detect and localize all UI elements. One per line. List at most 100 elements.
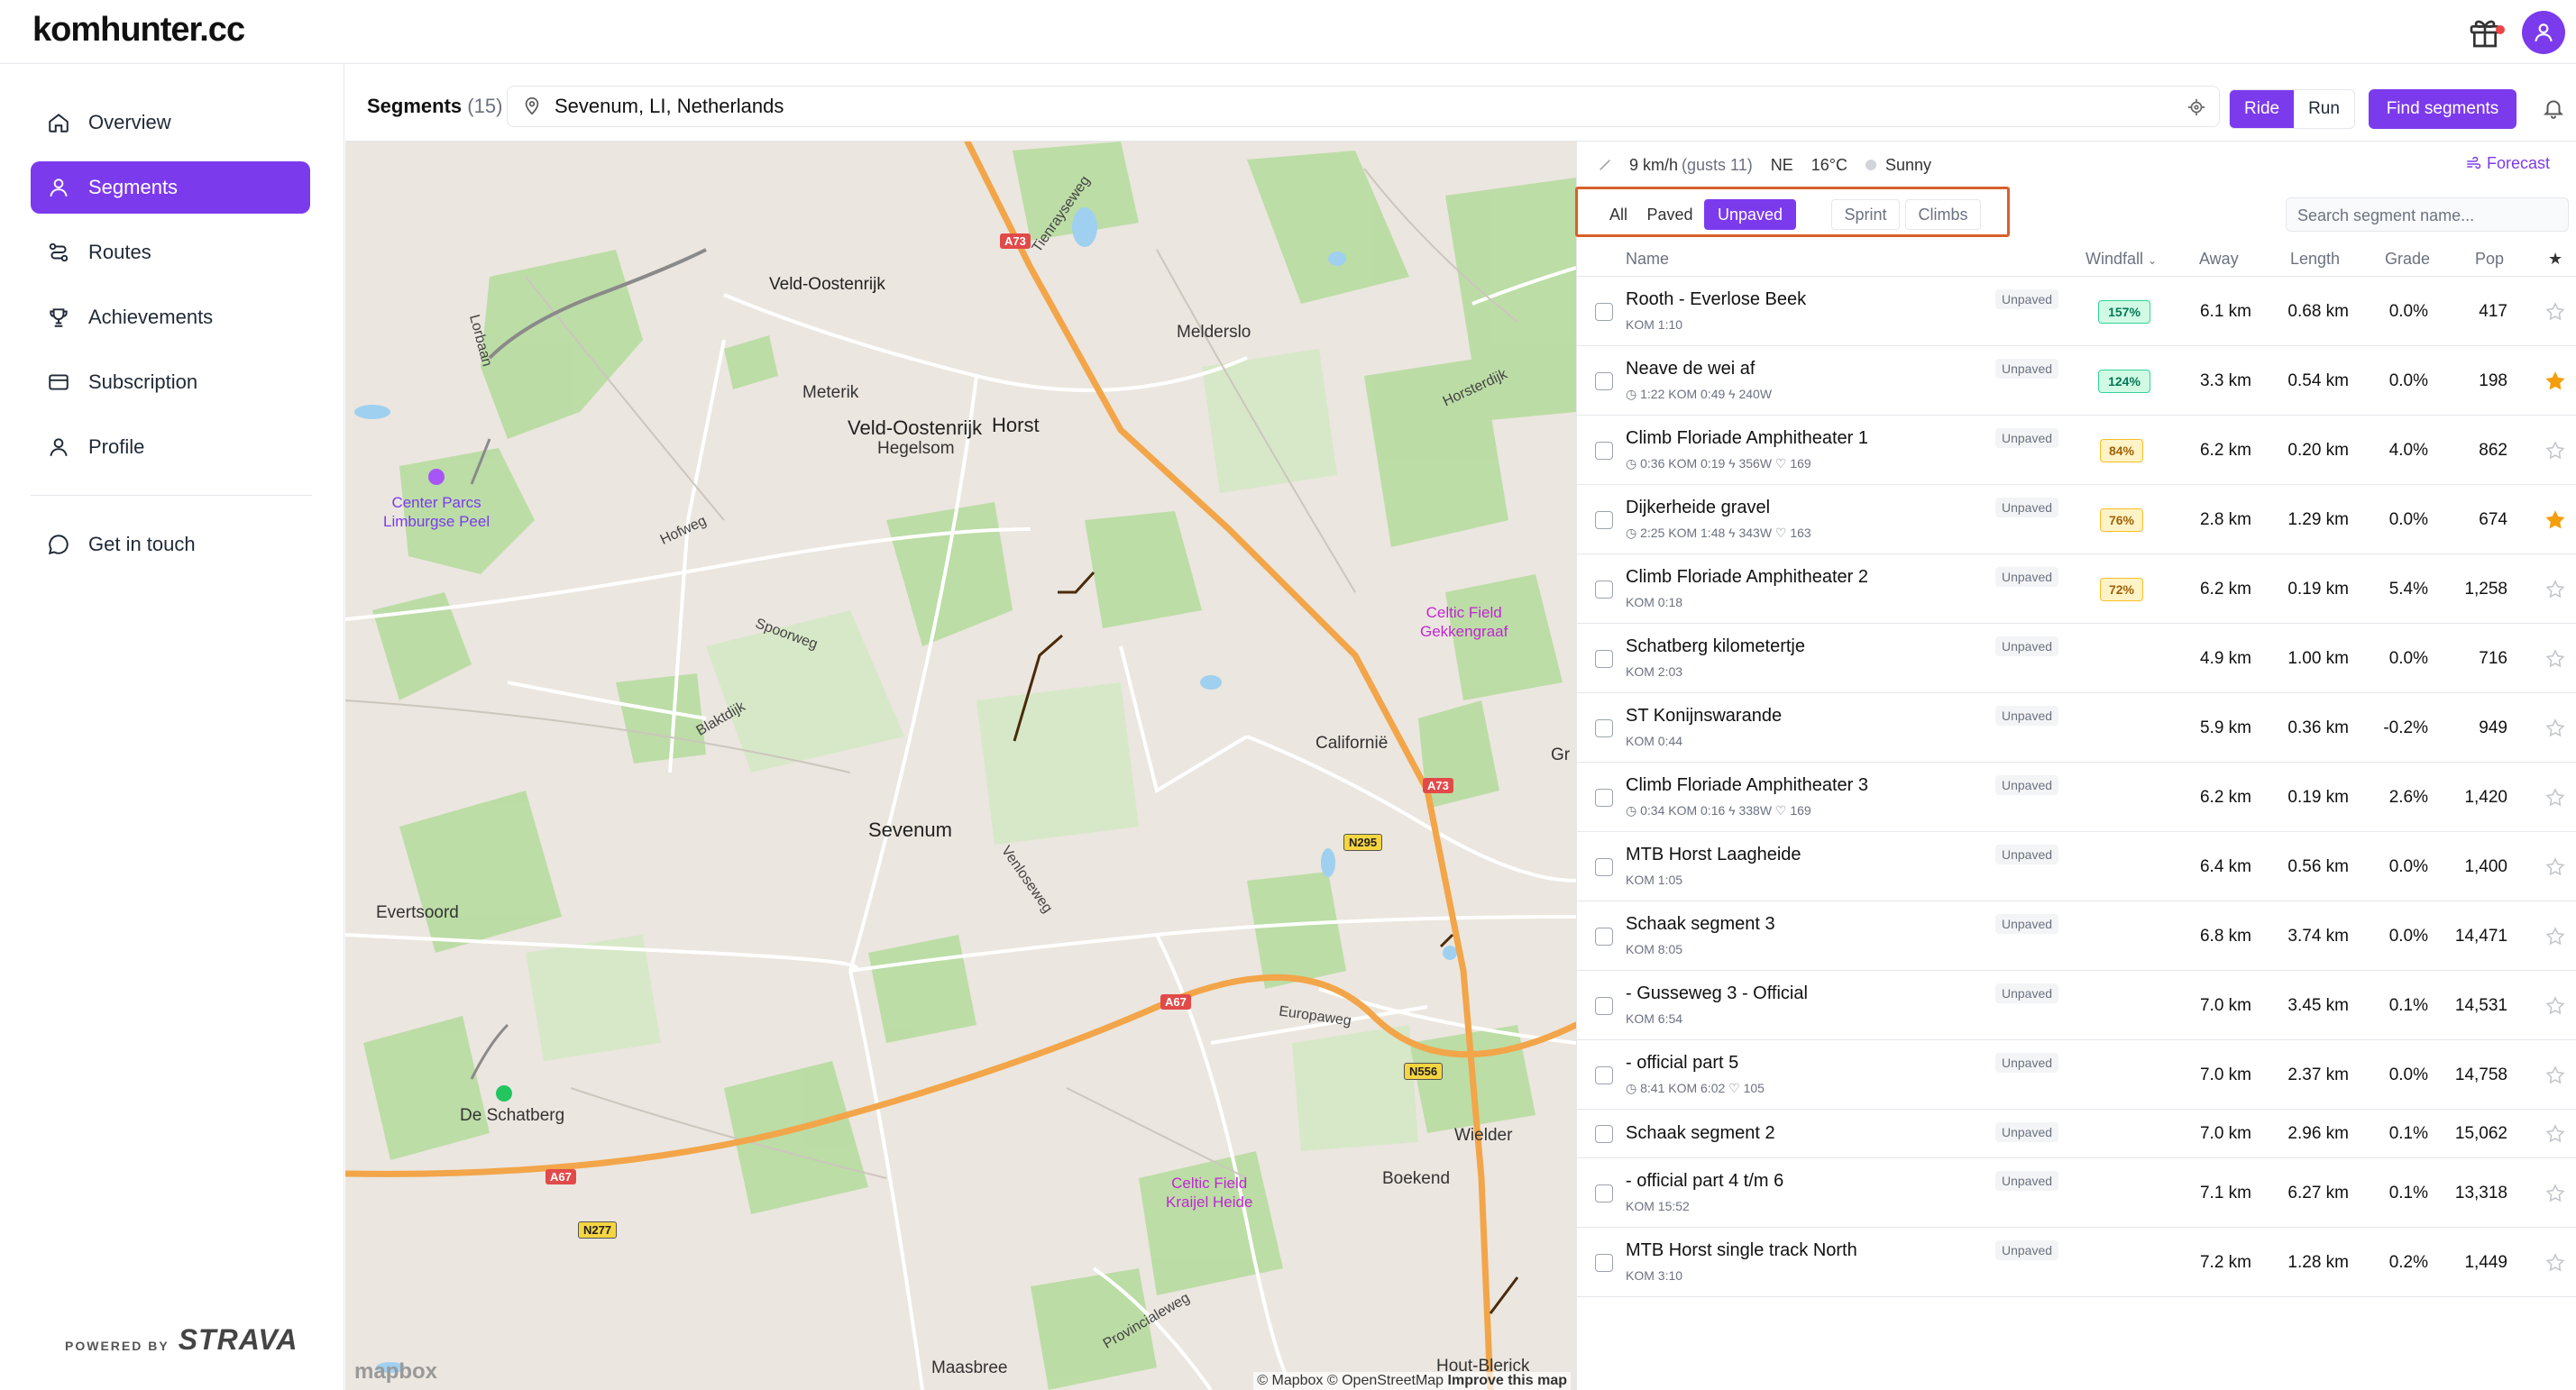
segment-name[interactable]: Climb Floriade Amphitheater 3: [1626, 775, 1868, 796]
table-row[interactable]: MTB Horst Laagheide KOM 1:05 Unpaved 6.4 km…: [1577, 832, 2576, 901]
segment-name[interactable]: - official part 5: [1626, 1053, 1738, 1074]
row-checkbox[interactable]: [1595, 510, 1613, 529]
sidebar-item-subscription[interactable]: Subscription: [31, 356, 310, 408]
row-checkbox[interactable]: [1595, 371, 1613, 390]
filter-climbs[interactable]: Climbs: [1905, 199, 1981, 230]
segment-stats: ◷ 2:25 KOM 1:48 ϟ 343W ♡ 163: [1626, 526, 1811, 540]
table-row[interactable]: Rooth - Everlose Beek KOM 1:10 Unpaved 157%…: [1577, 277, 2576, 346]
sidebar-item-achievements[interactable]: Achievements: [31, 291, 310, 343]
column-away[interactable]: Away: [2199, 250, 2239, 269]
grade-value: 0.0%: [2388, 1065, 2428, 1084]
map-poi-celtic-field-kraijel: Celtic Field Kraijel Heide: [1166, 1175, 1253, 1211]
column-star[interactable]: ★: [2548, 250, 2562, 269]
run-button[interactable]: Run: [2294, 90, 2354, 128]
segment-name[interactable]: MTB Horst single track North: [1626, 1240, 1857, 1261]
segment-name[interactable]: Schaak segment 3: [1626, 914, 1775, 935]
attribution-mapbox[interactable]: © Mapbox: [1257, 1373, 1323, 1388]
star-icon[interactable]: [2544, 1252, 2566, 1274]
sidebar-item-profile[interactable]: Profile: [31, 421, 310, 473]
row-checkbox[interactable]: [1595, 996, 1613, 1015]
table-row[interactable]: - Gusseweg 3 - Official KOM 6:54 Unpaved 7.…: [1577, 971, 2576, 1040]
row-checkbox[interactable]: [1595, 1253, 1613, 1272]
column-grade[interactable]: Grade: [2385, 250, 2430, 269]
map-label-place: Evertsoord: [376, 903, 459, 922]
improve-map-link[interactable]: Improve this map: [1448, 1373, 1567, 1388]
segment-name[interactable]: - Gusseweg 3 - Official: [1626, 983, 1808, 1004]
segment-name[interactable]: ST Konijnswarande: [1626, 706, 1782, 727]
segment-name[interactable]: Schaak segment 2: [1626, 1123, 1775, 1144]
star-icon[interactable]: [2544, 926, 2566, 947]
row-checkbox[interactable]: [1595, 1184, 1613, 1203]
star-icon[interactable]: [2544, 648, 2566, 670]
row-checkbox[interactable]: [1595, 718, 1613, 737]
star-icon[interactable]: [2544, 301, 2566, 323]
table-row[interactable]: ST Konijnswarande KOM 0:44 Unpaved 5.9 km 0.…: [1577, 693, 2576, 763]
filter-unpaved[interactable]: Unpaved: [1704, 199, 1796, 230]
segment-name[interactable]: MTB Horst Laagheide: [1626, 845, 1801, 865]
star-icon[interactable]: [2544, 1123, 2566, 1145]
table-row[interactable]: Dijkerheide gravel ◷ 2:25 KOM 1:48 ϟ 343W…: [1577, 485, 2576, 554]
bell-icon[interactable]: [2542, 96, 2565, 120]
row-checkbox[interactable]: [1595, 441, 1613, 460]
segment-name[interactable]: - official part 4 t/m 6: [1626, 1171, 1783, 1192]
table-row[interactable]: Schatberg kilometertje KOM 2:03 Unpaved 4.9…: [1577, 624, 2576, 693]
segment-name[interactable]: Schatberg kilometertje: [1626, 636, 1805, 657]
filter-all[interactable]: All: [1599, 199, 1638, 230]
column-windfall[interactable]: Windfall ⌄: [2086, 250, 2157, 269]
table-row[interactable]: Schaak segment 2 Unpaved 7.0 km 2.96 km 0.1%…: [1577, 1110, 2576, 1158]
table-row[interactable]: MTB Horst single track North KOM 3:10 Unpa…: [1577, 1228, 2576, 1297]
row-checkbox[interactable]: [1595, 927, 1613, 946]
row-checkbox[interactable]: [1595, 649, 1613, 668]
row-checkbox[interactable]: [1595, 580, 1613, 599]
location-input[interactable]: Sevenum, LI, Netherlands: [507, 86, 2220, 127]
table-row[interactable]: - official part 4 t/m 6 KOM 15:52 Unpaved 7…: [1577, 1158, 2576, 1228]
star-icon[interactable]: [2544, 370, 2566, 392]
star-icon[interactable]: [2544, 1183, 2566, 1204]
star-icon[interactable]: [2544, 787, 2566, 809]
row-checkbox[interactable]: [1595, 857, 1613, 876]
column-length[interactable]: Length: [2290, 250, 2340, 269]
table-row[interactable]: Neave de wei af ◷ 1:22 KOM 0:49 ϟ 240W Unp…: [1577, 346, 2576, 416]
star-icon[interactable]: [2544, 440, 2566, 462]
row-checkbox[interactable]: [1595, 1125, 1613, 1143]
table-row[interactable]: Schaak segment 3 KOM 8:05 Unpaved 6.8 km 3.7…: [1577, 901, 2576, 971]
table-row[interactable]: Climb Floriade Amphitheater 2 KOM 0:18 Unp…: [1577, 554, 2576, 624]
sidebar-item-get-in-touch[interactable]: Get in touch: [31, 518, 310, 571]
table-row[interactable]: - official part 5 ◷ 8:41 KOM 6:02 ♡ 105 Un…: [1577, 1040, 2576, 1110]
avatar[interactable]: [2522, 11, 2565, 54]
segment-name[interactable]: Rooth - Everlose Beek: [1626, 289, 1806, 310]
star-icon[interactable]: [2544, 856, 2566, 878]
column-pop[interactable]: Pop: [2475, 250, 2504, 269]
mapbox-logo[interactable]: mapbox: [354, 1359, 437, 1385]
segment-search-input[interactable]: Search segment name...: [2286, 197, 2569, 232]
segment-name[interactable]: Climb Floriade Amphitheater 1: [1626, 428, 1868, 449]
sidebar-item-overview[interactable]: Overview: [31, 96, 310, 149]
sidebar-item-segments[interactable]: Segments: [31, 161, 310, 214]
star-icon[interactable]: [2544, 509, 2566, 531]
row-checkbox[interactable]: [1595, 788, 1613, 807]
star-icon[interactable]: [2544, 995, 2566, 1017]
row-checkbox[interactable]: [1595, 1065, 1613, 1084]
segment-name[interactable]: Neave de wei af: [1626, 359, 1755, 380]
column-name[interactable]: Name: [1626, 250, 1669, 269]
filter-paved[interactable]: Paved: [1638, 199, 1701, 230]
map-canvas[interactable]: [345, 142, 1576, 1390]
row-checkbox[interactable]: [1595, 302, 1613, 321]
segment-name[interactable]: Climb Floriade Amphitheater 2: [1626, 567, 1868, 588]
filter-sprint[interactable]: Sprint: [1831, 199, 1900, 230]
ride-button[interactable]: Ride: [2230, 90, 2295, 128]
forecast-link[interactable]: Forecast: [2465, 154, 2568, 173]
star-icon[interactable]: [2544, 579, 2566, 600]
locate-icon[interactable]: [2186, 97, 2206, 117]
sidebar-item-routes[interactable]: Routes: [31, 226, 310, 279]
segment-name[interactable]: Dijkerheide gravel: [1626, 498, 1770, 518]
app-logo[interactable]: komhunter.cc: [32, 11, 245, 50]
star-icon[interactable]: [2544, 1065, 2566, 1086]
table-row[interactable]: Climb Floriade Amphitheater 3 ◷ 0:34 KOM …: [1577, 763, 2576, 832]
find-segments-button[interactable]: Find segments: [2369, 89, 2516, 129]
powered-by-strava[interactable]: POWERED BY STRAVA: [65, 1325, 298, 1354]
star-icon[interactable]: [2544, 718, 2566, 739]
attribution-osm[interactable]: © OpenStreetMap: [1327, 1373, 1444, 1388]
table-row[interactable]: Climb Floriade Amphitheater 1 ◷ 0:36 KOM …: [1577, 416, 2576, 485]
map[interactable]: Veld-Oostenrijk Veld-Oostenrijk Meldersl…: [345, 142, 1576, 1390]
